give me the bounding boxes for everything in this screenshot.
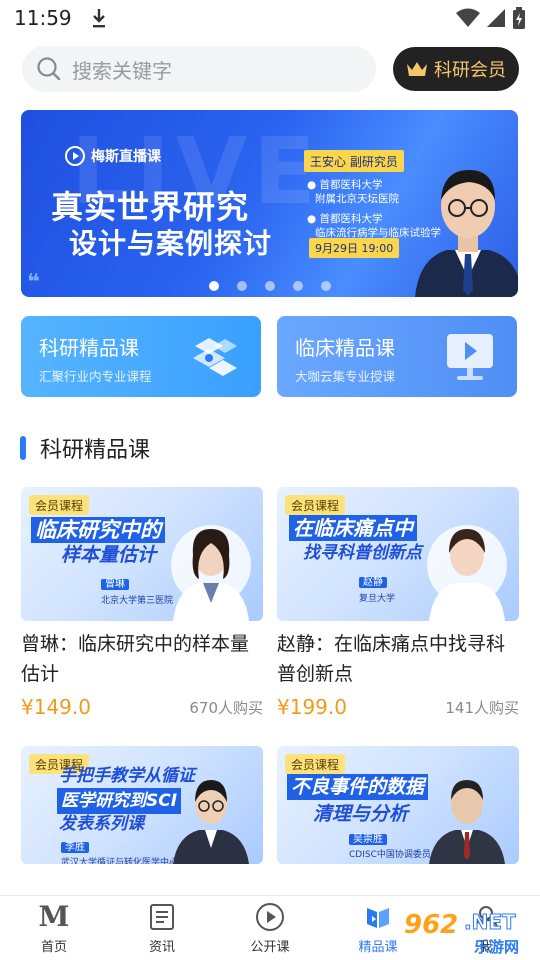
vip-member-button[interactable]: 科研会员: [393, 47, 519, 91]
banner-dot[interactable]: [265, 281, 275, 291]
nav-label: 公开课: [250, 939, 290, 955]
nav-home[interactable]: M 首页: [0, 896, 108, 960]
thumb-lecturer: 赵静 复旦大学: [359, 573, 395, 604]
wifi-icon: [456, 8, 480, 27]
layers-icon: [193, 338, 237, 376]
lecturer-photo: [429, 780, 505, 864]
course-title[interactable]: 赵静：在临床痛点中找寻科普创新点: [277, 629, 519, 689]
section-header: 科研精品课: [20, 432, 150, 464]
affiliation-1-line-1: ● 首都医科大学: [307, 179, 383, 191]
category-research-course[interactable]: 科研精品课 汇聚行业内专业课程: [21, 316, 261, 397]
course-price: ¥149.0: [21, 695, 91, 719]
crown-icon: [407, 62, 427, 76]
nav-label: 资讯: [148, 939, 175, 955]
search-placeholder: 搜索关键字: [72, 58, 172, 83]
banner-brand: 梅斯直播课: [65, 146, 161, 166]
member-course-badge: 会员课程: [285, 754, 346, 774]
thumb-title-line1: 临床研究中的: [31, 517, 165, 543]
category-title: 临床精品课: [295, 336, 395, 360]
affiliation-1-line-2: 附属北京天坛医院: [315, 193, 399, 205]
nav-news[interactable]: 资讯: [108, 896, 216, 960]
category-subtitle: 汇聚行业内专业课程: [39, 369, 152, 384]
thumb-title-line2: 样本量估计: [61, 544, 157, 566]
lecturer-photo: [427, 525, 507, 621]
nav-label: 精品课: [358, 939, 398, 955]
banner-dot[interactable]: [209, 281, 219, 291]
nav-open-course[interactable]: 公开课: [216, 896, 324, 960]
thumb-title-line1: 在临床痛点中: [289, 515, 417, 541]
lecturer-org: 复旦大学: [359, 594, 396, 604]
watermark-part3: 乐游网: [474, 938, 520, 956]
status-time: 11:59: [14, 6, 72, 30]
premium-course-icon: [363, 902, 393, 932]
banner-affiliation-1: ● 首都医科大学 附属北京天坛医院: [307, 178, 399, 206]
thumb-title-line2: 找寻科普创新点: [303, 543, 422, 563]
thumb-title-line2: 清理与分析: [313, 803, 409, 825]
vip-button-label: 科研会员: [434, 60, 506, 81]
thumb-lecturer: 曾琳 北京大学第三医院: [101, 575, 173, 606]
banner-dot[interactable]: [321, 281, 331, 291]
watermark-part2: .NET: [464, 910, 517, 935]
search-icon: [37, 57, 61, 81]
lecturer-org: 武汉大学循证与转化医学中心: [61, 858, 179, 864]
banner-brand-name: 梅斯直播课: [91, 149, 161, 165]
course-buyers: 670人购买: [189, 698, 263, 717]
thumb-title-line3: 发表系列课: [59, 814, 144, 834]
play-screen-icon: [447, 334, 493, 380]
course-price: ¥199.0: [277, 695, 347, 719]
course-buyers: 141人购买: [445, 698, 519, 717]
category-title: 科研精品课: [39, 336, 139, 360]
course-card[interactable]: 会员课程 手把手教学从循证 医学研究到SCI 发表系列课 李胜 武汉大学循证与转…: [21, 746, 263, 864]
banner-date: 9月29日 19:00: [309, 238, 400, 258]
course-meta: ¥149.0 670人购买: [21, 695, 263, 719]
course-card[interactable]: 会员课程 临床研究中的 样本量估计 曾琳 北京大学第三医院 曾琳：临床研究中的样…: [21, 487, 263, 719]
home-m-icon: M: [38, 900, 70, 933]
course-thumbnail[interactable]: 会员课程 手把手教学从循证 医学研究到SCI 发表系列课 李胜 武汉大学循证与转…: [21, 746, 263, 864]
watermark-logo: 962 .NET 乐游网: [400, 910, 534, 957]
thumb-title-line2: 医学研究到SCI: [57, 788, 182, 814]
course-card[interactable]: 会员课程 不良事件的数据 清理与分析 吴崇胜 CDISC中国协调委员会成员: [277, 746, 519, 864]
section-accent-bar: [20, 436, 26, 460]
thumb-lecturer: 李胜 武汉大学循证与转化医学中心: [61, 838, 178, 864]
search-bar[interactable]: 搜索关键字: [22, 46, 376, 92]
banner-title-line2: 设计与案例探讨: [69, 227, 273, 260]
lecturer-photo: [173, 780, 249, 864]
brand-logo-icon: [65, 146, 85, 166]
lecturer-photo: [171, 525, 251, 621]
lecturer-org: 北京大学第三医院: [101, 596, 174, 606]
banner-dot[interactable]: [293, 281, 303, 291]
lecturer-name: 曾琳: [101, 579, 129, 590]
course-title[interactable]: 曾琳：临床研究中的样本量估计: [21, 629, 263, 689]
course-meta: ¥199.0 141人购买: [277, 695, 519, 719]
course-card[interactable]: 会员课程 在临床痛点中 找寻科普创新点 赵静 复旦大学 赵静：在临床痛点中找寻科…: [277, 487, 519, 719]
watermark-part1: 962: [404, 910, 459, 940]
member-course-badge: 会员课程: [29, 495, 90, 515]
nav-label: 首页: [40, 939, 67, 955]
signal-icon: [487, 9, 505, 27]
banner-dot[interactable]: [237, 281, 247, 291]
lecturer-name: 赵静: [359, 577, 387, 588]
course-thumbnail[interactable]: 会员课程 不良事件的数据 清理与分析 吴崇胜 CDISC中国协调委员会成员: [277, 746, 519, 864]
thumb-title-line1: 不良事件的数据: [287, 774, 429, 800]
status-bar: 11:59: [0, 0, 540, 36]
course-thumbnail[interactable]: 会员课程 在临床痛点中 找寻科普创新点 赵静 复旦大学: [277, 487, 519, 621]
play-circle-icon: [255, 902, 285, 932]
promo-banner[interactable]: LIVE 梅斯直播课 真实世界研究 设计与案例探讨 王安心 副研究员 ● 首都医…: [21, 110, 518, 297]
member-course-badge: 会员课程: [285, 495, 346, 515]
download-icon: [92, 9, 105, 28]
speaker-portrait: [415, 170, 518, 297]
section-title: 科研精品课: [40, 438, 151, 463]
category-clinical-course[interactable]: 临床精品课 大咖云集专业授课: [277, 316, 517, 397]
course-thumbnail[interactable]: 会员课程 临床研究中的 样本量估计 曾琳 北京大学第三医院: [21, 487, 263, 621]
category-subtitle: 大咖云集专业授课: [295, 369, 396, 384]
lecturer-name: 吴崇胜: [349, 834, 387, 845]
banner-pagination: [0, 281, 540, 291]
banner-speaker: 王安心 副研究员: [304, 150, 404, 172]
news-icon: [147, 902, 177, 932]
battery-icon: [513, 7, 525, 29]
lecturer-name: 李胜: [61, 842, 89, 853]
